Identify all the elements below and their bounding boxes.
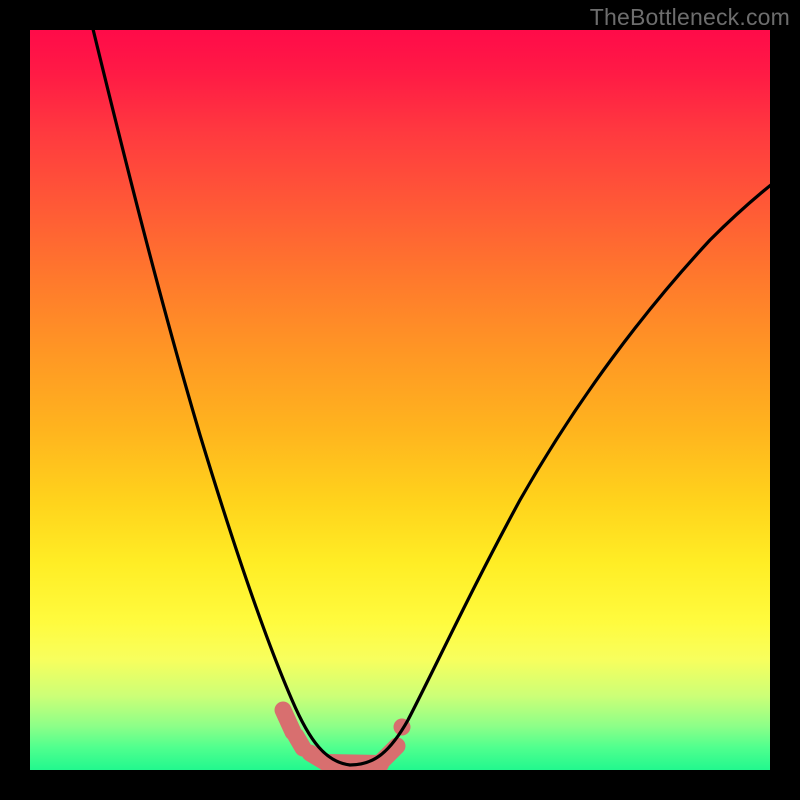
bottleneck-curve [92,30,770,765]
chart-frame: TheBottleneck.com [0,0,800,800]
plot-area [30,30,770,770]
watermark-label: TheBottleneck.com [590,4,790,31]
curve-svg [30,30,770,770]
